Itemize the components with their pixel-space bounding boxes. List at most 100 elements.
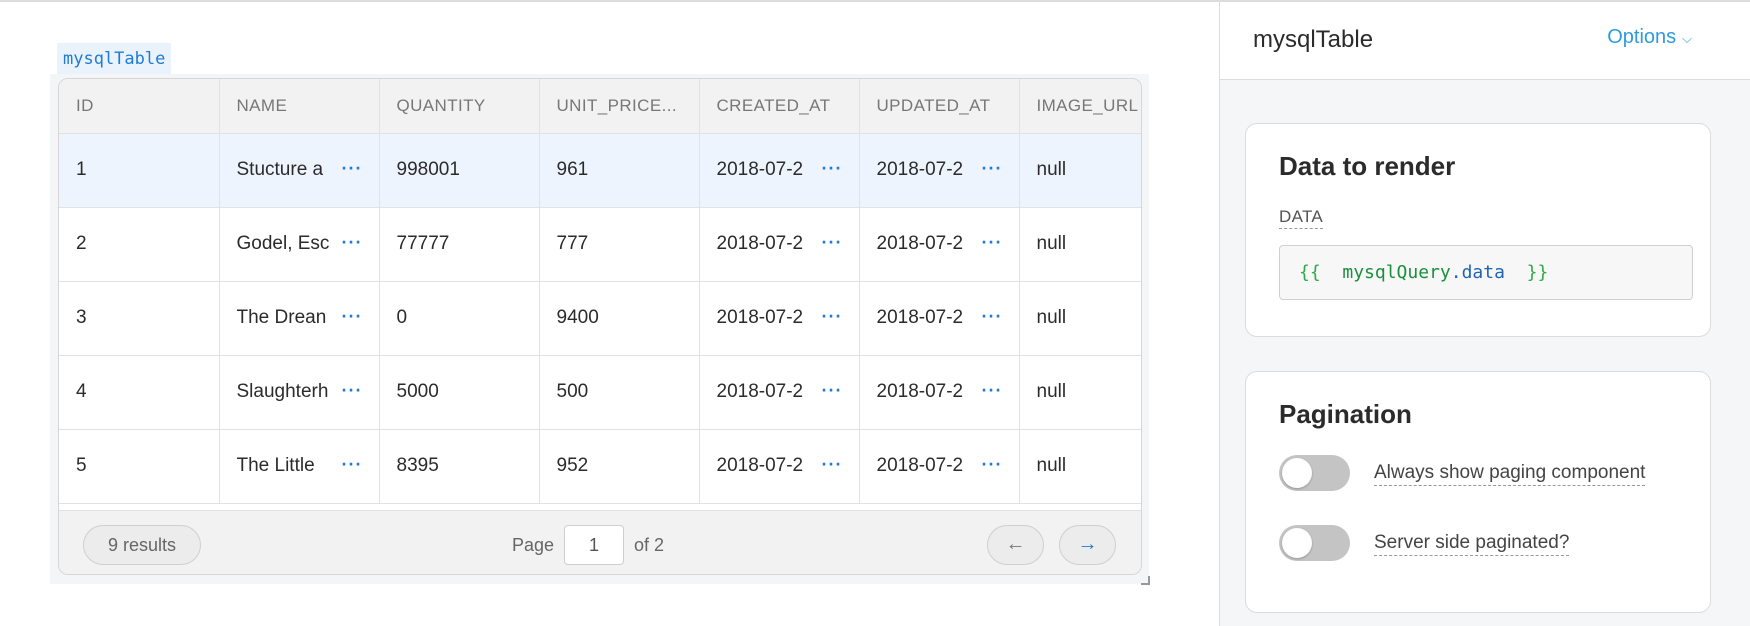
pagination-control: Page of 2 [512, 525, 664, 565]
toggle-knob [1282, 458, 1312, 488]
cell-image-url: null [1019, 133, 1141, 208]
cell-name-text: Stucture a [236, 158, 324, 180]
code-close-brace: }} [1526, 262, 1549, 283]
cell-id: 5 [59, 429, 220, 504]
column-header-image-url[interactable]: IMAGE_URL [1019, 79, 1141, 134]
inspector-title: mysqlTable [1253, 26, 1374, 53]
cell-quantity: 0 [379, 281, 540, 356]
cell-updated-at-text: 2018-07-2 [876, 306, 964, 328]
cell-created-at-text: 2018-07-2 [716, 306, 804, 328]
widget-name-tag[interactable]: mysqlTable [57, 43, 172, 76]
table-row[interactable]: 2 Godel, Esc ··· 77777 777 2018-07-2 ··· 2… [59, 207, 1141, 282]
expand-cell-button[interactable]: ··· [982, 158, 1003, 179]
chevron-down-icon: ⌵ [1682, 31, 1692, 46]
table-footer: 9 results Page of 2 ← → [59, 510, 1141, 574]
cell-name: The Drean ··· [219, 281, 380, 356]
expand-cell-button[interactable]: ··· [342, 306, 363, 327]
expand-cell-button[interactable]: ··· [982, 380, 1003, 401]
server-side-paginated-label: Server side paginated? [1374, 531, 1570, 556]
cell-name-text: Slaughterh [236, 380, 329, 402]
expand-cell-button[interactable]: ··· [982, 454, 1003, 475]
expand-cell-button[interactable]: ··· [822, 306, 843, 327]
table-widget[interactable]: ID NAME QUANTITY UNIT_PRICE... CREATED_A… [58, 78, 1142, 575]
data-table: ID NAME QUANTITY UNIT_PRICE... CREATED_A… [59, 79, 1141, 504]
table-header-row: ID NAME QUANTITY UNIT_PRICE... CREATED_A… [59, 79, 1141, 134]
cell-created-at: 2018-07-2 ··· [699, 355, 860, 430]
expand-cell-button[interactable]: ··· [982, 232, 1003, 253]
next-page-button[interactable]: → [1059, 525, 1116, 565]
cell-unit-price: 9400 [539, 281, 700, 356]
options-dropdown-button[interactable]: Options ⌵ [1607, 26, 1692, 49]
previous-page-button[interactable]: ← [987, 525, 1044, 565]
cell-image-url: null [1019, 281, 1141, 356]
inspector-header: mysqlTable Options ⌵ [1220, 2, 1750, 80]
page-label: Page [512, 534, 555, 555]
table-row[interactable]: 5 The Little ··· 8395 952 2018-07-2 ··· 20… [59, 429, 1141, 504]
cell-quantity: 5000 [379, 355, 540, 430]
code-property: data [1461, 262, 1505, 283]
expand-cell-button[interactable]: ··· [822, 158, 843, 179]
cell-updated-at-text: 2018-07-2 [876, 232, 964, 254]
table-row[interactable]: 1 Stucture a ··· 998001 961 2018-07-2 ··· … [59, 133, 1141, 208]
always-show-paging-toggle[interactable] [1279, 455, 1350, 491]
cell-id: 1 [59, 133, 220, 208]
cell-created-at-text: 2018-07-2 [716, 454, 804, 476]
expand-cell-button[interactable]: ··· [822, 454, 843, 475]
expand-cell-button[interactable]: ··· [822, 232, 843, 253]
column-header-updated-at[interactable]: UPDATED_AT [859, 79, 1020, 134]
cell-created-at: 2018-07-2 ··· [699, 133, 860, 208]
data-field-label: DATA [1279, 206, 1324, 229]
resize-handle[interactable] [1141, 576, 1150, 585]
cell-unit-price: 952 [539, 429, 700, 504]
cell-updated-at-text: 2018-07-2 [876, 158, 964, 180]
page-number-input[interactable] [564, 525, 625, 565]
table-row[interactable]: 3 The Drean ··· 0 9400 2018-07-2 ··· 2018-… [59, 281, 1141, 356]
arrow-left-icon: ← [1005, 533, 1026, 555]
cell-created-at: 2018-07-2 ··· [699, 207, 860, 282]
cell-created-at: 2018-07-2 ··· [699, 429, 860, 504]
expand-cell-button[interactable]: ··· [342, 454, 363, 475]
cell-image-url: null [1019, 355, 1141, 430]
data-code-input[interactable]: {{ mysqlQuery.data }} [1279, 245, 1693, 300]
column-header-id[interactable]: ID [59, 79, 220, 134]
cell-id: 3 [59, 281, 220, 356]
cell-name: The Little ··· [219, 429, 380, 504]
expand-cell-button[interactable]: ··· [822, 380, 843, 401]
inspector-panel: mysqlTable Options ⌵ Data to render DATA … [1219, 2, 1750, 626]
cell-created-at: 2018-07-2 ··· [699, 281, 860, 356]
cell-updated-at: 2018-07-2 ··· [859, 281, 1020, 356]
cell-name: Stucture a ··· [219, 133, 380, 208]
cell-updated-at-text: 2018-07-2 [876, 380, 964, 402]
canvas: mysqlTable ID NAME QUANTITY UNIT_PRICE..… [0, 2, 1219, 626]
expand-cell-button[interactable]: ··· [342, 158, 363, 179]
expand-cell-button[interactable]: ··· [342, 380, 363, 401]
expand-cell-button[interactable]: ··· [982, 306, 1003, 327]
cell-created-at-text: 2018-07-2 [716, 158, 804, 180]
server-side-paginated-row: Server side paginated? [1279, 525, 1570, 561]
server-side-paginated-toggle[interactable] [1279, 525, 1350, 561]
always-show-paging-label: Always show paging component [1374, 461, 1646, 486]
cell-quantity: 8395 [379, 429, 540, 504]
expand-cell-button[interactable]: ··· [342, 232, 363, 253]
cell-unit-price: 500 [539, 355, 700, 430]
cell-unit-price: 777 [539, 207, 700, 282]
code-open-brace: {{ [1299, 262, 1321, 283]
always-show-paging-row: Always show paging component [1279, 455, 1646, 491]
cell-quantity: 77777 [379, 207, 540, 282]
cell-name-text: The Little [236, 454, 315, 476]
column-header-quantity[interactable]: QUANTITY [379, 79, 540, 134]
options-label: Options [1607, 26, 1677, 48]
cell-updated-at: 2018-07-2 ··· [859, 207, 1020, 282]
column-header-unit-price[interactable]: UNIT_PRICE... [539, 79, 700, 134]
data-to-render-section: Data to render DATA {{ mysqlQuery.data }… [1245, 123, 1711, 337]
column-header-created-at[interactable]: CREATED_AT [699, 79, 860, 134]
cell-name-text: Godel, Esc [236, 232, 330, 254]
column-header-name[interactable]: NAME [219, 79, 380, 134]
cell-id: 2 [59, 207, 220, 282]
table-row[interactable]: 4 Slaughterh ··· 5000 500 2018-07-2 ··· 20… [59, 355, 1141, 430]
cell-updated-at: 2018-07-2 ··· [859, 429, 1020, 504]
section-title: Pagination [1279, 399, 1412, 429]
cell-updated-at: 2018-07-2 ··· [859, 355, 1020, 430]
cell-created-at-text: 2018-07-2 [716, 232, 804, 254]
page-total-label: of 2 [634, 534, 665, 555]
